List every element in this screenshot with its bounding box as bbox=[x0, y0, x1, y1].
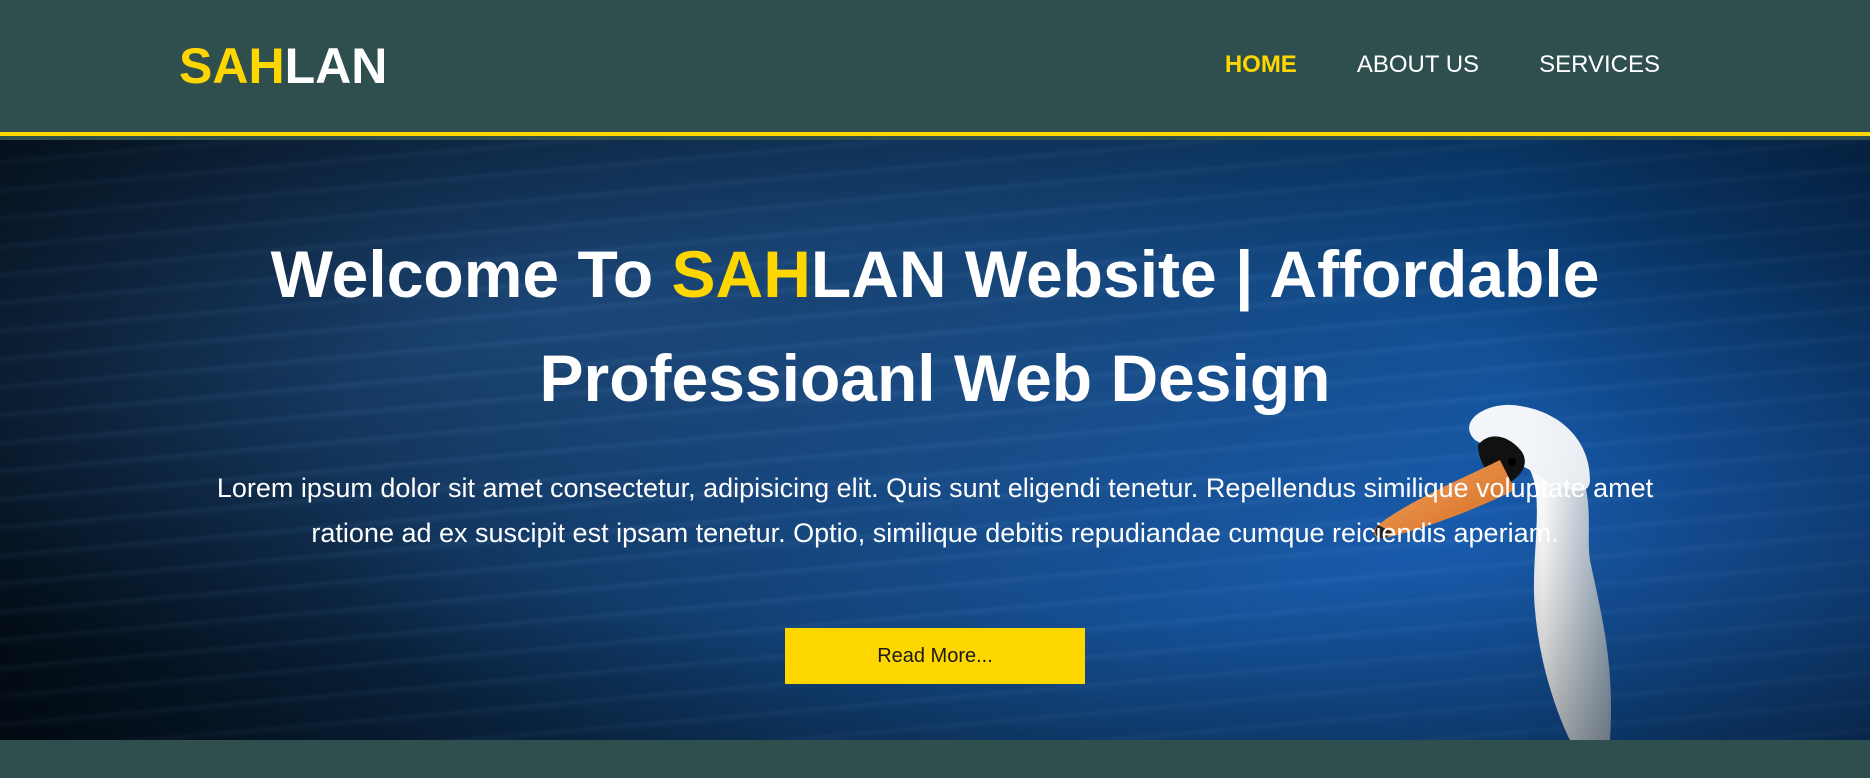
hero-title-accent: SAH bbox=[671, 237, 811, 311]
hero-description: Lorem ipsum dolor sit amet consectetur, … bbox=[216, 473, 1654, 548]
logo-accent: SAH bbox=[179, 38, 285, 94]
logo-rest: LAN bbox=[284, 38, 388, 94]
nav-home[interactable]: HOME bbox=[1225, 48, 1297, 82]
read-more-button[interactable]: Read More... bbox=[785, 628, 1085, 684]
main-nav: HOME ABOUT US SERVICES bbox=[1225, 48, 1660, 82]
hero-section: Welcome To SAHLAN Website | Affordable P… bbox=[0, 140, 1870, 740]
hero-title-prefix: Welcome To bbox=[270, 237, 672, 311]
nav-about-us[interactable]: ABOUT US bbox=[1357, 48, 1479, 82]
site-logo[interactable]: SAHLAN bbox=[179, 36, 387, 96]
hero-title: Welcome To SAHLAN Website | Affordable P… bbox=[160, 222, 1710, 430]
site-header: SAHLAN HOME ABOUT US SERVICES bbox=[0, 0, 1870, 136]
hero-title-line2: Professioanl Web Design bbox=[539, 341, 1331, 415]
nav-services[interactable]: SERVICES bbox=[1539, 48, 1660, 82]
hero-title-line1-rest: LAN Website | Affordable bbox=[810, 237, 1600, 311]
bottom-band bbox=[0, 740, 1870, 778]
